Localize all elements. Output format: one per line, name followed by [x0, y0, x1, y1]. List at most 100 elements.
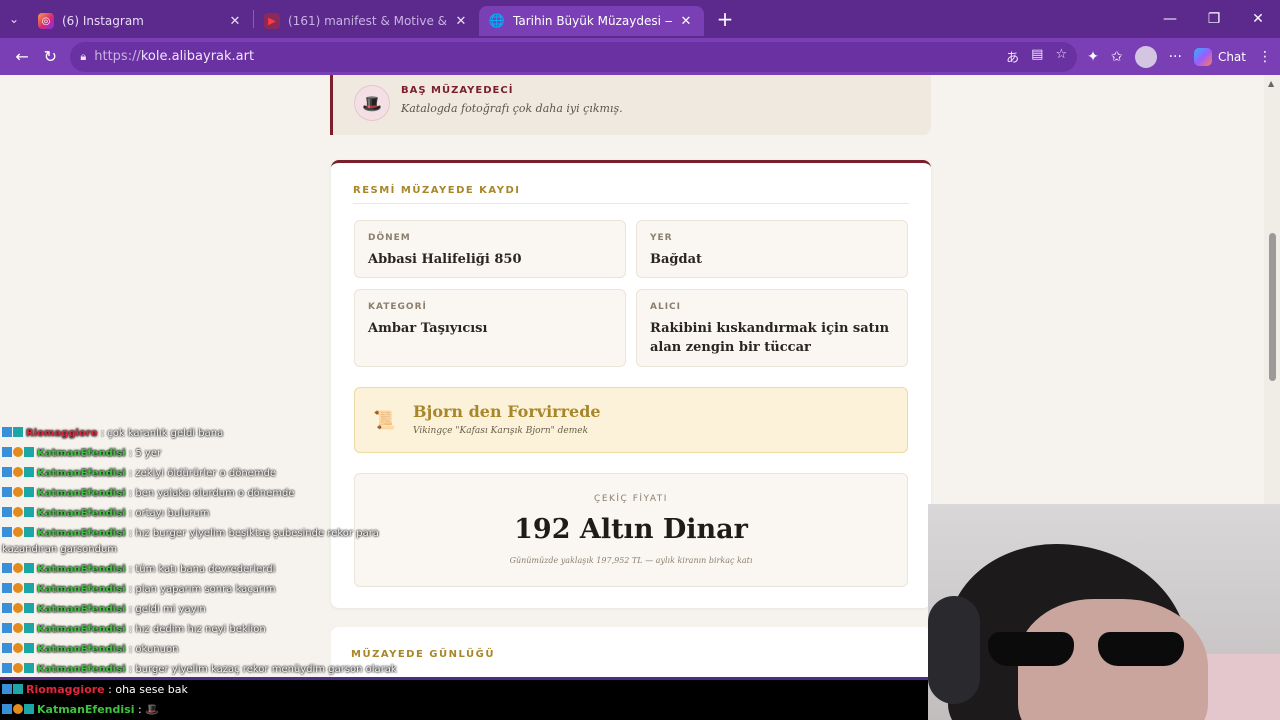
minimize-icon[interactable]: — [1148, 11, 1192, 27]
badge-icon [24, 643, 34, 653]
new-tab-button[interactable]: + [710, 7, 740, 31]
field-label: DÖNEM [368, 233, 411, 243]
headset-icon [928, 596, 980, 704]
sunglasses-icon [988, 632, 1188, 666]
chat-username: KatmanEfendisi [37, 604, 126, 615]
field-label: ALICI [650, 302, 682, 312]
chat-message: Riomaggiore : oha sese bak [0, 680, 930, 700]
window-controls: — ❐ ✕ [1148, 11, 1280, 27]
scrollbar-thumb[interactable] [1269, 233, 1276, 381]
youtube-icon: ▶ [264, 13, 280, 29]
badge-icon [13, 563, 23, 573]
chat-message: KatmanEfendisi : 5 yer [0, 444, 390, 464]
top-hat-icon: 🎩 [354, 85, 390, 121]
translate-icon[interactable]: あ [1006, 47, 1019, 66]
reader-mode-icon[interactable]: ▤ [1031, 47, 1043, 66]
curator-comment-card: 🎩 BAŞ MÜZAYEDECİ Katalogda fotoğrafı çok… [330, 75, 931, 135]
divider [353, 203, 909, 204]
chat-message: KatmanEfendisi : hız burger yiyelim beşi… [0, 524, 390, 560]
tab-youtube[interactable]: ▶ (161) manifest & Motive & Pangolin ✕ [254, 6, 479, 36]
badge-icon [2, 563, 12, 573]
badge-icon [2, 527, 12, 537]
badge-icon [13, 447, 23, 457]
badge-icon [2, 623, 12, 633]
refresh-icon[interactable]: ↻ [36, 42, 64, 72]
badge-icon [13, 583, 23, 593]
field-period: DÖNEM Abbasi Halifeliği 850 [354, 220, 626, 278]
chat-text: : geldi mi yayın [128, 604, 206, 615]
chat-username: KatmanEfendisi [37, 624, 126, 635]
scroll-up-icon[interactable]: ▲ [1268, 79, 1274, 88]
badge-icon [24, 563, 34, 573]
field-place: YER Bağdat [636, 220, 908, 278]
chat-message: KatmanEfendisi : 🎩 [0, 700, 930, 720]
item-name-meaning: Vikingçe "Kafası Karışık Bjorn" demek [413, 426, 589, 436]
badge-icon [24, 527, 34, 537]
chat-username: KatmanEfendisi [37, 703, 135, 716]
back-arrow-icon[interactable]: ← [8, 42, 36, 72]
badge-icon [24, 487, 34, 497]
badge-icon [24, 507, 34, 517]
address-toolbar: ← ↻ 🔒︎ https://kole.alibayrak.art あ ▤ ☆ … [0, 38, 1280, 75]
badge-icon [24, 603, 34, 613]
close-tab-icon[interactable]: ✕ [678, 14, 694, 29]
badge-icon [2, 663, 12, 673]
chat-username: KatmanEfendisi [37, 564, 126, 575]
badge-icon [13, 467, 23, 477]
chat-text: : 5 yer [128, 448, 162, 459]
badge-icon [13, 663, 23, 673]
badge-icon [24, 467, 34, 477]
badge-icon [2, 467, 12, 477]
price-label: ÇEKİÇ FİYATI [594, 494, 668, 504]
hammer-price-card: ÇEKİÇ FİYATI 192 Altın Dinar Günümüzde y… [354, 473, 908, 587]
favorite-star-icon[interactable]: ☆ [1055, 47, 1067, 66]
close-tab-icon[interactable]: ✕ [453, 14, 469, 29]
tab-active-auction[interactable]: 🌐 Tarihin Büyük Müzaydesi — Seni K ✕ [479, 6, 704, 36]
stream-chat-overlay: Riomaggiore : çok karanlık geldi bana Ka… [0, 424, 397, 680]
badge-icon [2, 643, 12, 653]
chat-username: KatmanEfendisi [37, 664, 126, 675]
url-input[interactable]: 🔒︎ https://kole.alibayrak.art あ ▤ ☆ [70, 41, 1078, 72]
badge-icon [2, 427, 12, 437]
chat-message: KatmanEfendisi : okunuon [0, 640, 390, 660]
badge-icon [13, 507, 23, 517]
chat-username: KatmanEfendisi [37, 644, 126, 655]
profile-avatar[interactable] [1134, 45, 1157, 68]
field-value: Rakibini kıskandırmak için satın alan ze… [650, 321, 890, 355]
badge-icon [24, 583, 34, 593]
extensions-icon[interactable]: ✦ [1087, 49, 1099, 65]
badge-icon [2, 507, 12, 517]
chat-message: KatmanEfendisi : tüm katı bana devrederl… [0, 560, 390, 580]
chat-text: : çok karanlık geldi bana [100, 428, 224, 439]
chat-text: : burger yiyelim kazaç rekor menüydim ga… [128, 664, 397, 675]
close-window-icon[interactable]: ✕ [1236, 11, 1280, 27]
copilot-chat-button[interactable]: Chat [1193, 47, 1246, 66]
sidebar-more-icon[interactable]: ⋮ [1258, 49, 1272, 65]
auction-record-card: RESMİ MÜZAYEDE KAYDI DÖNEM Abbasi Halife… [331, 160, 931, 608]
close-tab-icon[interactable]: ✕ [227, 14, 243, 29]
curator-title: BAŞ MÜZAYEDECİ [401, 85, 514, 96]
field-value: Bağdat [650, 252, 703, 267]
tab-list-chevron-icon[interactable]: ⌄ [0, 0, 28, 38]
chat-message: KatmanEfendisi : zekiyi öldürürler o dön… [0, 464, 390, 484]
chat-message: KatmanEfendisi : geldi mi yayın [0, 600, 390, 620]
restore-icon[interactable]: ❐ [1192, 11, 1236, 27]
price-note: Günümüzde yaklaşık 197,952 TL — aylık ki… [509, 556, 753, 565]
chat-text: : plan yaparım sonra kaçarım [128, 584, 276, 595]
favorites-icon[interactable]: ✩ [1111, 49, 1123, 65]
webcam-feed [928, 504, 1280, 720]
badge-icon [13, 643, 23, 653]
badge-icon [2, 704, 12, 714]
url-host: kole.alibayrak.art [140, 49, 255, 64]
tab-instagram[interactable]: ◎ (6) Instagram ✕ [28, 6, 253, 36]
field-label: YER [650, 233, 673, 243]
browser-tab-bar: ⌄ ◎ (6) Instagram ✕ ▶ (161) manifest & M… [0, 0, 1280, 38]
chat-text: : hız dedim hız neyi beklion [128, 624, 266, 635]
more-menu-icon[interactable]: ··· [1169, 49, 1182, 65]
chat-text: : oha sese bak [108, 683, 188, 696]
field-buyer: ALICI Rakibini kıskandırmak için satın a… [636, 289, 908, 367]
auction-diary-card: MÜZAYEDE GÜNLÜĞÜ [331, 627, 931, 680]
item-name: Bjorn den Forvirrede [413, 402, 601, 421]
lock-icon: 🔒︎ [80, 49, 87, 63]
badge-icon [24, 447, 34, 457]
